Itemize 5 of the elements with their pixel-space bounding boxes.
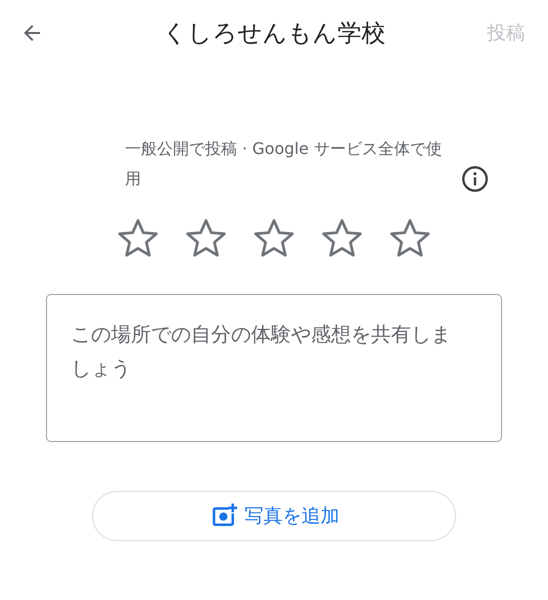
place-title: くしろせんもん学校 [162,18,386,49]
review-field[interactable]: この場所での自分の体験や感想を共有しましょう [46,294,502,442]
visibility-note: 一般公開で投稿 · Google サービス全体で使用 [125,138,443,190]
info-icon[interactable] [461,165,489,193]
add-photo-button[interactable]: 写真を追加 [92,491,456,541]
